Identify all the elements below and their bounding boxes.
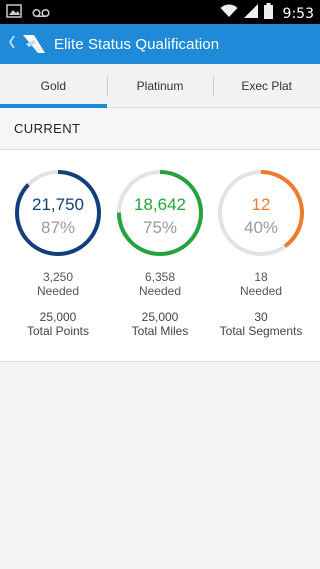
section-header: CURRENT	[0, 108, 320, 150]
clock: 9:53	[282, 5, 314, 22]
tab-label: Exec Plat	[241, 78, 293, 93]
total-value: 25,000	[141, 310, 179, 324]
metrics-card: 21,750 87% 3,250 Needed 25,000 Total Poi…	[0, 150, 320, 362]
needed-value: 3,250	[42, 270, 74, 284]
miles-metric: 18,642 75% 6,358 Needed 25,000 Total Mil…	[115, 168, 205, 338]
total-label: Total Points	[26, 324, 90, 338]
segments-metric: 12 40% 18 Needed 30 Total Segments	[216, 168, 306, 338]
tab-platinum[interactable]: Platinum	[106, 64, 214, 107]
needed-info: 18 Needed	[216, 270, 306, 298]
needed-value: 18	[254, 270, 268, 284]
status-bar: 9:53	[0, 0, 320, 24]
needed-label: Needed	[36, 284, 80, 298]
ring-value: 12	[252, 195, 271, 214]
tab-exec-plat[interactable]: Exec Plat	[213, 64, 320, 107]
total-info: 25,000 Total Points	[13, 310, 103, 338]
section-title: CURRENT	[14, 121, 81, 136]
voicemail-icon	[32, 5, 50, 23]
page-title: Elite Status Qualification	[54, 35, 220, 53]
segments-progress-ring: 12 40%	[218, 170, 304, 256]
tier-tabs: Gold Platinum Exec Plat	[0, 64, 320, 108]
needed-info: 3,250 Needed	[13, 270, 103, 298]
needed-value: 6,358	[144, 270, 176, 284]
chevron-left-icon[interactable]	[8, 33, 18, 56]
total-label: Total Segments	[219, 324, 303, 338]
ring-value: 18,642	[134, 195, 186, 214]
total-value: 30	[254, 310, 268, 324]
battery-icon	[263, 3, 273, 24]
image-icon	[6, 4, 22, 23]
total-info: 25,000 Total Miles	[115, 310, 205, 338]
miles-progress-ring: 18,642 75%	[117, 170, 203, 256]
needed-info: 6,358 Needed	[115, 270, 205, 298]
ring-percent: 87%	[41, 218, 75, 237]
tab-label: Gold	[40, 78, 67, 93]
needed-label: Needed	[138, 284, 182, 298]
ring-value: 21,750	[32, 195, 84, 214]
total-label: Total Miles	[131, 324, 189, 338]
ring-percent: 40%	[244, 218, 278, 237]
app-bar: Elite Status Qualification	[0, 24, 320, 64]
airline-logo-icon[interactable]	[20, 30, 48, 58]
tab-label: Platinum	[136, 78, 184, 93]
ring-percent: 75%	[143, 218, 177, 237]
points-metric: 21,750 87% 3,250 Needed 25,000 Total Poi…	[13, 168, 103, 338]
needed-label: Needed	[239, 284, 283, 298]
signal-icon	[243, 4, 258, 23]
wifi-icon	[220, 4, 238, 23]
tab-gold[interactable]: Gold	[0, 64, 107, 108]
total-value: 25,000	[39, 310, 77, 324]
points-progress-ring: 21,750 87%	[15, 170, 101, 256]
total-info: 30 Total Segments	[216, 310, 306, 338]
